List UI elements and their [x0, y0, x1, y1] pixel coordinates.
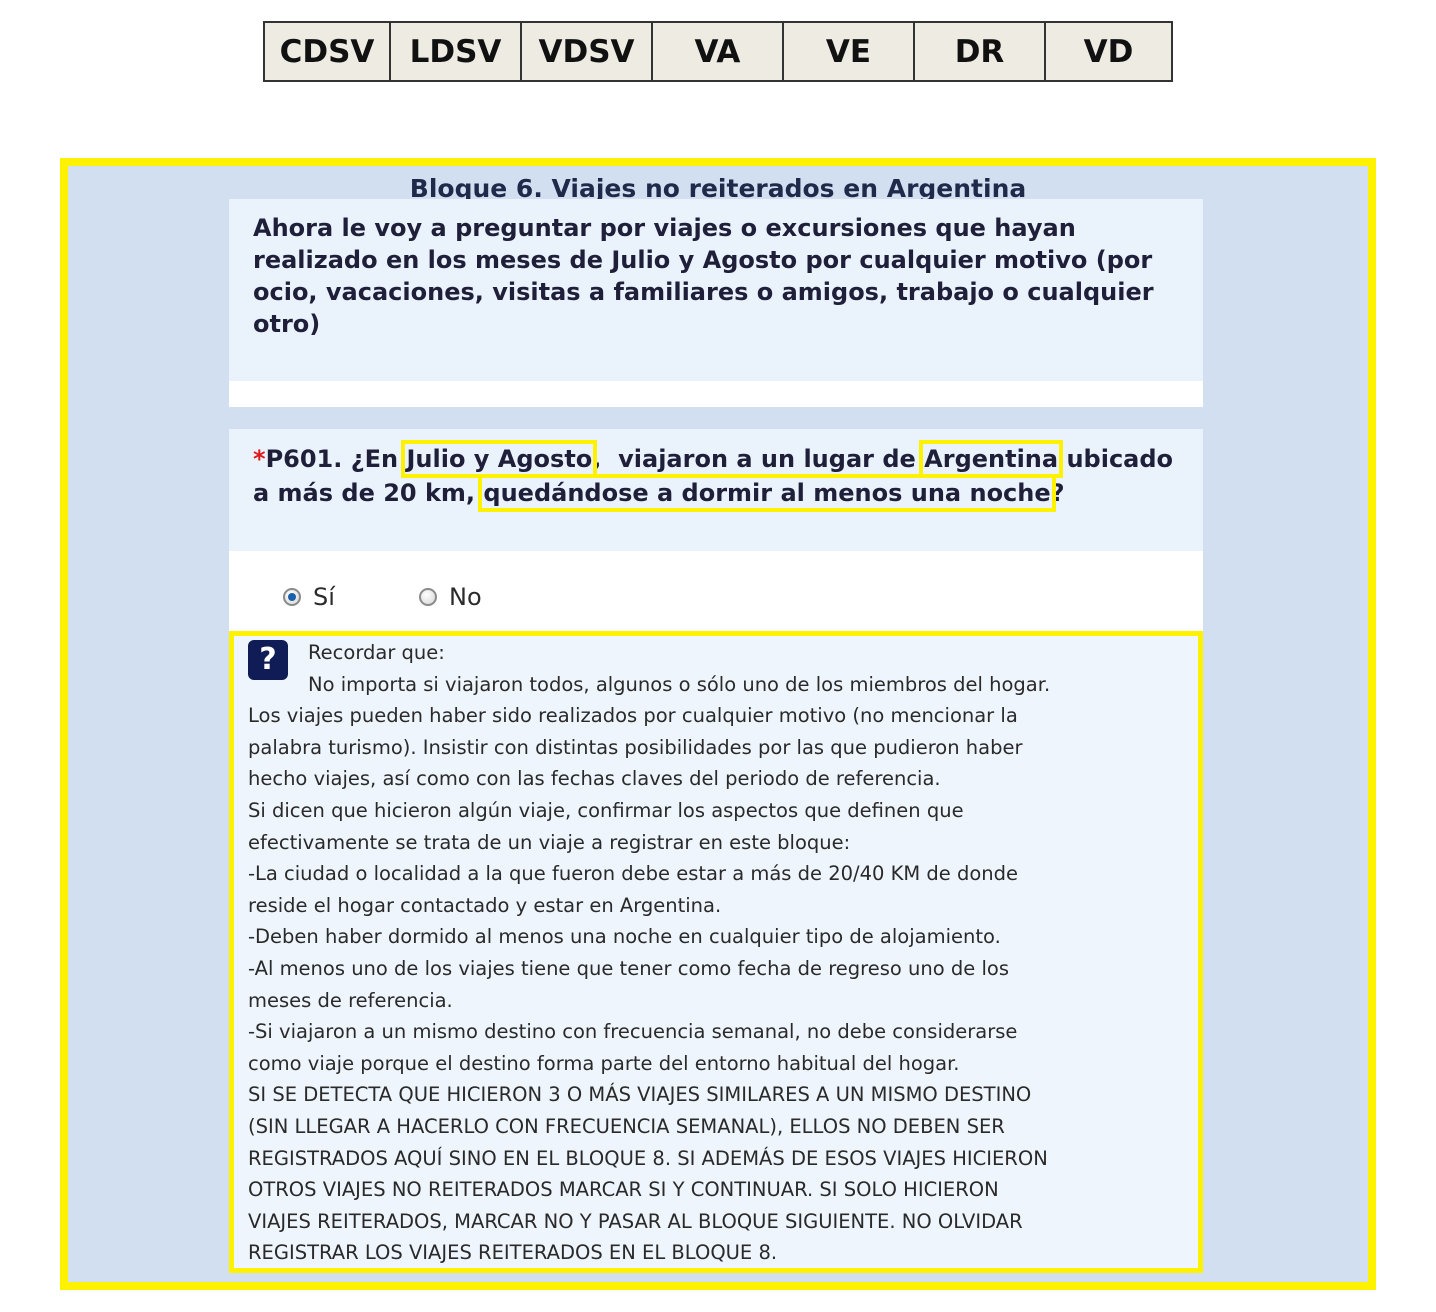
tab-vdsv[interactable]: VDSV: [522, 23, 653, 80]
help-line: palabra turismo). Insistir con distintas…: [248, 735, 1023, 759]
help-line: meses de referencia.: [248, 988, 453, 1012]
help-line: SI SE DETECTA QUE HICIERON 3 O MÁS VIAJE…: [248, 1083, 1032, 1107]
radio-si[interactable]: [283, 588, 301, 606]
question-panel: *P601. ¿En Julio y Agosto, viajaron a un…: [229, 429, 1203, 551]
option-label: No: [449, 583, 482, 611]
help-line: VIAJES REITERADOS, MARCAR NO Y PASAR AL …: [248, 1209, 1023, 1233]
required-mark: *: [253, 445, 266, 473]
question-fragment: ?: [1050, 479, 1065, 507]
intro-line: otro): [253, 310, 321, 338]
tab-dr[interactable]: DR: [915, 23, 1046, 80]
help-line: REGISTRAR LOS VIAJES REITERADOS EN EL BL…: [248, 1241, 778, 1265]
intro-divider: [229, 381, 1203, 407]
intro-line: Ahora le voy a preguntar por viajes o ex…: [253, 214, 1076, 242]
highlight-condition: quedándose a dormir al menos una noche: [478, 474, 1056, 512]
question-fragment: , viajaron a un lugar de: [592, 445, 925, 473]
help-line: efectivamente se trata de un viaje a reg…: [248, 830, 851, 854]
tab-vd[interactable]: VD: [1046, 23, 1171, 80]
help-line: -Al menos uno de los viajes tiene que te…: [248, 956, 1009, 980]
question-text: *P601. ¿En Julio y Agosto, viajaron a un…: [253, 440, 1193, 512]
option-si[interactable]: Sí: [283, 583, 335, 611]
help-line: -Si viajaron a un mismo destino con frec…: [248, 1020, 1018, 1044]
question-code: P601. ¿En: [265, 445, 407, 473]
question-fragment: a más de 20 km,: [253, 479, 484, 507]
section-tabs-table: CDSV LDSV VDSV VA VE DR VD: [263, 21, 1173, 82]
question-line-2: a más de 20 km, quedándose a dormir al m…: [253, 474, 1193, 512]
help-line: -La ciudad o localidad a la que fueron d…: [248, 862, 1019, 886]
intro-text: Ahora le voy a preguntar por viajes o ex…: [253, 212, 1183, 340]
help-note-panel: ? Recordar que: No importa si viajaron t…: [229, 631, 1203, 1273]
radio-no[interactable]: [419, 588, 437, 606]
help-line: OTROS VIAJES NO REITERADOS MARCAR SI Y C…: [248, 1178, 999, 1202]
question-line-1: *P601. ¿En Julio y Agosto, viajaron a un…: [253, 440, 1193, 478]
tab-va[interactable]: VA: [653, 23, 784, 80]
help-line: Recordar que:: [308, 641, 445, 664]
help-line: reside el hogar contactado y estar en Ar…: [248, 893, 722, 917]
intro-panel: Ahora le voy a preguntar por viajes o ex…: [229, 199, 1203, 381]
help-line: -Deben haber dormido al menos una noche …: [248, 925, 1001, 949]
question-fragment: ubicado: [1058, 445, 1174, 473]
answer-options: Sí No: [229, 551, 1203, 631]
intro-line: realizado en los meses de Julio y Agosto…: [253, 246, 1153, 274]
highlight-place: Argentina: [919, 440, 1064, 478]
help-line: hecho viajes, así como con las fechas cl…: [248, 767, 941, 791]
tab-cdsv[interactable]: CDSV: [265, 23, 391, 80]
tab-ldsv[interactable]: LDSV: [391, 23, 522, 80]
option-no[interactable]: No: [419, 583, 482, 611]
help-line: No importa si viajaron todos, algunos o …: [308, 672, 1051, 696]
help-line: Los viajes pueden haber sido realizados …: [248, 704, 1018, 728]
intro-line: ocio, vacaciones, visitas a familiares o…: [253, 278, 1154, 306]
help-line: Si dicen que hicieron algún viaje, confi…: [248, 798, 964, 822]
help-text: Recordar que: No importa si viajaron tod…: [248, 637, 1198, 1269]
highlight-period: Julio y Agosto: [401, 440, 598, 478]
help-line: como viaje porque el destino forma parte…: [248, 1051, 960, 1075]
help-line: REGISTRADOS AQUÍ SINO EN EL BLOQUE 8. SI…: [248, 1146, 1048, 1170]
tab-ve[interactable]: VE: [784, 23, 915, 80]
survey-block-frame: Bloque 6. Viajes no reiterados en Argent…: [60, 158, 1376, 1290]
help-line: (SIN LLEGAR A HACERLO CON FRECUENCIA SEM…: [248, 1114, 1005, 1138]
option-label: Sí: [313, 583, 335, 611]
